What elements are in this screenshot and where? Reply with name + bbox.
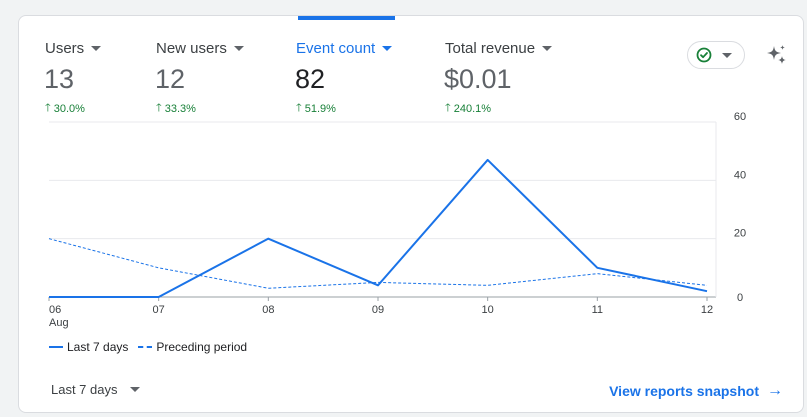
legend-solid-line-icon [49, 346, 63, 348]
x-tick-label: 09 [372, 304, 384, 316]
arrow-right-icon: → [767, 382, 783, 399]
x-tick-sublabel: Aug [49, 317, 69, 329]
y-tick-label: 40 [734, 169, 746, 181]
legend-label: Last 7 days [67, 340, 129, 354]
x-tick-label: 12 [701, 304, 713, 316]
x-tick-label: 06 [49, 304, 61, 316]
y-tick-label: 60 [734, 111, 746, 123]
view-reports-snapshot-link[interactable]: View reports snapshot → [609, 382, 783, 400]
date-range-dropdown[interactable]: Last 7 days [51, 382, 140, 397]
x-tick-label: 07 [153, 304, 165, 316]
x-tick-label: 11 [592, 304, 603, 316]
overview-card: Users 13 🡑 30.0% New users 12 🡑 33.3% Ev… [18, 15, 804, 413]
snapshot-link-label: View reports snapshot [609, 383, 759, 399]
caret-down-icon [129, 387, 140, 392]
y-tick-label: 20 [734, 228, 746, 240]
legend-dashed-line-icon [138, 346, 153, 348]
y-tick-label: 0 [737, 292, 743, 304]
date-range-label: Last 7 days [51, 382, 118, 397]
legend-label: Preceding period [156, 340, 248, 354]
series-line-preceding-period [48, 238, 708, 289]
x-tick-label: 10 [482, 304, 494, 316]
x-tick-label: 08 [262, 304, 274, 316]
chart-legend: Last 7 days Preceding period [49, 340, 257, 354]
legend-item-previous: Preceding period [138, 340, 247, 354]
event-count-line-chart: 0 20 40 60 06 07 08 09 10 11 12 Aug [48, 111, 746, 329]
legend-item-current: Last 7 days [49, 340, 128, 354]
